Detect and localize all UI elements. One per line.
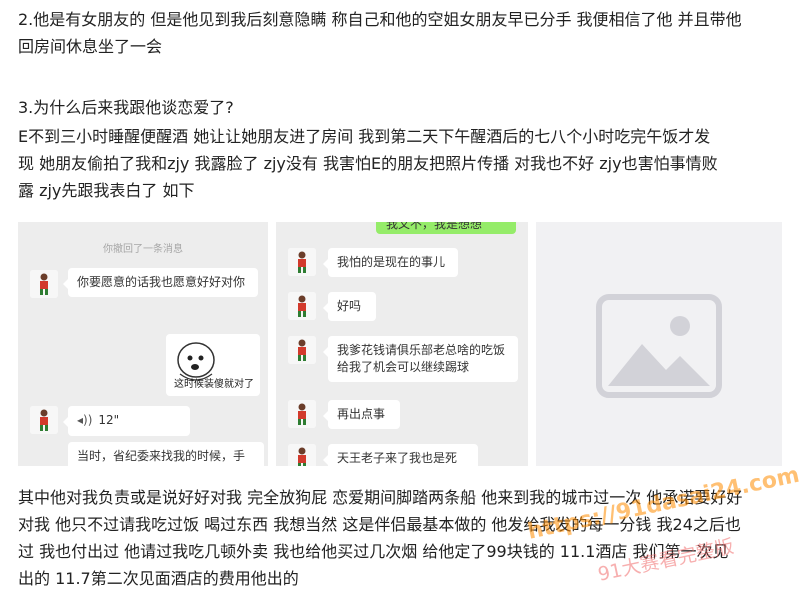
avatar [30, 406, 58, 434]
text-line: 露 zjy先跟我表白了 如下 [18, 181, 195, 200]
paragraph-1: 2.他是有女朋友的 但是他见到我后刻意隐瞒 称自己和他的空姐女朋友早已分手 我便… [18, 6, 788, 60]
text-line: 过 我也付出过 他请过我吃几顿外卖 我也给他买过几次烟 给他定了99块钱的 11… [18, 542, 729, 561]
voice-message[interactable]: ◂)) 12" [63, 406, 190, 436]
text-line: 出的 11.7第二次见面酒店的费用他出的 [18, 569, 299, 588]
image-placeholder-panel[interactable] [536, 222, 782, 466]
text-line: E不到三小时睡醒便醒酒 她让让她朋友进了房间 我到第二天下午醒酒后的七八个小时吃… [18, 127, 711, 146]
sticker-image: 这时候装傻就对了 [166, 334, 260, 396]
chat-message: 再出点事 [323, 400, 400, 429]
chat-message: 好吗 [323, 292, 376, 321]
image-placeholder-icon [596, 294, 722, 398]
chat-message: 当时，省纪委来找我的时候，手机里只有文字，我是要给 [68, 442, 264, 466]
section-heading-text: 3.为什么后来我跟他谈恋爱了? [18, 98, 234, 117]
system-note: 你撤回了一条消息 [103, 244, 183, 255]
chat-message: 我怕的是现在的事儿 [323, 248, 458, 277]
chat-message: 我爹花钱请俱乐部老总啥的吃饭给我了机会可以继续踢球 [323, 336, 518, 382]
sticker-caption: 这时候装傻就对了 [174, 379, 254, 390]
voice-duration: 12" [98, 413, 120, 427]
chat-screenshot-2[interactable]: 我又不，我是想想 我怕的是现在的事儿 好吗 我爹花钱请俱乐部老总啥的吃饭给我了机… [276, 222, 528, 466]
avatar [288, 248, 316, 276]
avatar [288, 400, 316, 428]
text-line: 2.他是有女朋友的 但是他见到我后刻意隐瞒 称自己和他的空姐女朋友早已分手 我便… [18, 10, 742, 29]
text-line: 回房间休息坐了一会 [18, 37, 163, 56]
paragraph-2: E不到三小时睡醒便醒酒 她让让她朋友进了房间 我到第二天下午醒酒后的七八个小时吃… [18, 123, 788, 204]
voice-wave-icon: ◂)) [77, 413, 93, 427]
section-heading: 3.为什么后来我跟他谈恋爱了? [18, 94, 788, 121]
text-line: 对我 他只不过请我吃过饭 喝过东西 我想当然 这是伴侣最基本做的 他发给我发的每… [18, 515, 741, 534]
avatar [288, 292, 316, 320]
avatar [288, 336, 316, 364]
text-line: 其中他对我负责或是说好好对我 完全放狗屁 恋爱期间脚踏两条船 他来到我的城市过一… [18, 488, 743, 507]
chat-message: 你要愿意的话我也愿意好好对你 [63, 268, 258, 297]
text-line: 现 她朋友偷拍了我和zjy 我露脸了 zjy没有 我害怕E的朋友把照片传播 对我… [18, 154, 718, 173]
chat-message-self: 我又不，我是想想 [376, 222, 516, 234]
avatar [288, 444, 316, 466]
avatar [30, 270, 58, 298]
paragraph-3: 其中他对我负责或是说好好对我 完全放狗屁 恋爱期间脚踏两条船 他来到我的城市过一… [18, 484, 788, 592]
chat-message: 天王老子来了我也是死 [323, 444, 478, 466]
chat-screenshot-1[interactable]: 你撤回了一条消息 你要愿意的话我也愿意好好对你 这时候装傻就对了 ◂)) 12"… [18, 222, 268, 466]
